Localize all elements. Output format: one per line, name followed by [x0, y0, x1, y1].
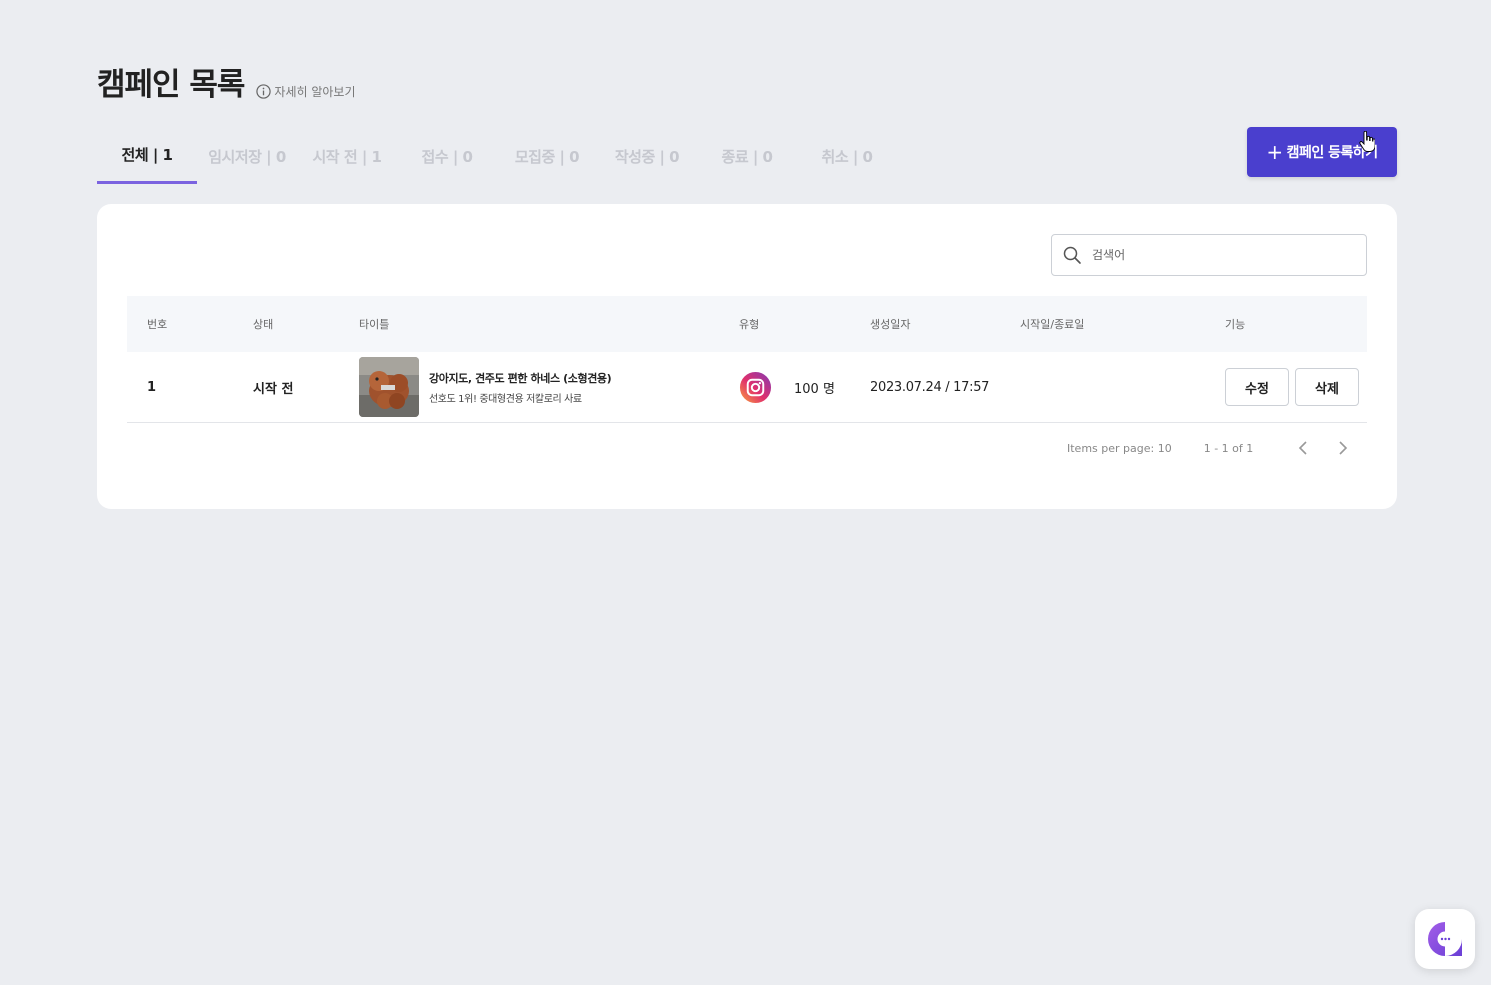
search-icon — [1063, 246, 1081, 264]
tab-recruiting[interactable]: 모집중 | 0 — [497, 128, 597, 184]
participant-count: 100 명 — [794, 381, 835, 397]
tab-cancelled[interactable]: 취소 | 0 — [797, 128, 897, 184]
campaign-subtitle: 선호도 1위! 중대형견용 저칼로리 사료 — [429, 393, 582, 405]
chat-button[interactable] — [1415, 909, 1475, 969]
campaign-table: 번호 상태 타이틀 유형 생성일자 시작일/종료일 기능 1 시작 전 강아지도… — [127, 296, 1367, 423]
campaign-list-card: 번호 상태 타이틀 유형 생성일자 시작일/종료일 기능 1 시작 전 — [97, 204, 1397, 509]
row-status: 시작 전 — [253, 381, 294, 397]
table-header: 번호 상태 타이틀 유형 생성일자 시작일/종료일 기능 — [127, 296, 1367, 352]
page-title: 캠페인 목록 — [97, 67, 245, 103]
pagination: Items per page: 10 1 - 1 of 1 — [1067, 438, 1373, 458]
tab-not-started[interactable]: 시작 전 | 1 — [297, 128, 397, 184]
tab-draft[interactable]: 임시저장 | 0 — [197, 128, 297, 184]
prev-page-button[interactable] — [1293, 438, 1313, 458]
header-type: 유형 — [739, 318, 760, 331]
tab-received[interactable]: 접수 | 0 — [397, 128, 497, 184]
search-input[interactable] — [1092, 248, 1342, 262]
page-range: 1 - 1 of 1 — [1203, 441, 1254, 455]
header-created: 생성일자 — [870, 318, 911, 331]
help-link[interactable]: 자세히 알아보기 — [256, 83, 356, 100]
chevron-right-icon — [1339, 441, 1348, 455]
delete-button[interactable]: 삭제 — [1295, 368, 1359, 406]
page-header: 캠페인 목록 자세히 알아보기 — [97, 66, 356, 104]
header-actions: 기능 — [1225, 318, 1246, 331]
next-page-button[interactable] — [1333, 438, 1353, 458]
help-link-label: 자세히 알아보기 — [274, 85, 356, 99]
campaign-title-cell[interactable]: 강아지도, 견주도 편한 하네스 (소형견용) 선호도 1위! 중대형견용 저칼… — [359, 357, 739, 417]
row-number: 1 — [147, 379, 157, 395]
plus-icon: + — [1266, 140, 1283, 164]
hand-cursor-icon — [1359, 131, 1375, 152]
chevron-left-icon — [1299, 441, 1307, 455]
campaign-thumbnail — [359, 357, 419, 417]
header-status: 상태 — [253, 318, 274, 331]
created-date: 2023.07.24 / 17:57 — [870, 379, 990, 395]
status-tabs: 전체 | 1 임시저장 | 0 시작 전 | 1 접수 | 0 모집중 | 0 … — [97, 128, 897, 184]
header-title: 타이틀 — [359, 318, 390, 331]
table-row[interactable]: 1 시작 전 강아지도, 견주도 편한 하네스 (소형견용) 선호도 1위! 중… — [127, 352, 1367, 423]
edit-button[interactable]: 수정 — [1225, 368, 1289, 406]
tab-writing[interactable]: 작성중 | 0 — [597, 128, 697, 184]
header-no: 번호 — [147, 318, 168, 331]
info-icon — [256, 84, 272, 99]
chat-icon — [1428, 922, 1462, 956]
instagram-icon — [739, 371, 772, 403]
header-period: 시작일/종료일 — [1020, 318, 1085, 331]
tab-ended[interactable]: 종료 | 0 — [697, 128, 797, 184]
campaign-title: 강아지도, 견주도 편한 하네스 (소형견용) — [429, 371, 612, 385]
items-per-page[interactable]: Items per page: 10 — [1067, 442, 1172, 455]
search-box[interactable] — [1051, 234, 1367, 276]
tab-all[interactable]: 전체 | 1 — [97, 128, 197, 184]
